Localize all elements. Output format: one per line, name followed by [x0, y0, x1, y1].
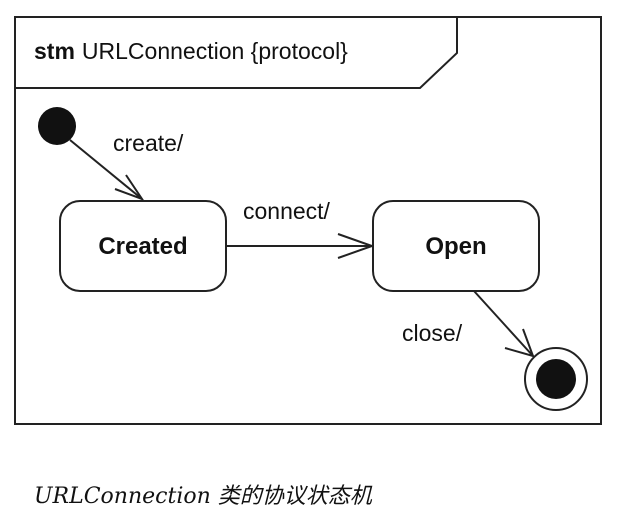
- state-machine-diagram: stm URLConnection {protocol} create/ Crea…: [14, 16, 602, 425]
- figure-caption: URLConnection 类的协议状态机: [34, 484, 372, 509]
- state-open-label: Open: [425, 233, 486, 260]
- transition-close-line: [473, 290, 534, 357]
- final-state: [524, 347, 588, 411]
- frame-keyword: stm: [34, 38, 75, 64]
- frame-title: stm URLConnection {protocol}: [34, 38, 348, 64]
- frame-name: URLConnection {protocol}: [82, 38, 348, 64]
- initial-pseudostate: [38, 107, 76, 145]
- transition-connect-label: connect/: [243, 198, 331, 224]
- state-created-label: Created: [98, 233, 187, 260]
- transition-close-label: close/: [402, 320, 463, 346]
- transition-create-label: create/: [113, 130, 184, 156]
